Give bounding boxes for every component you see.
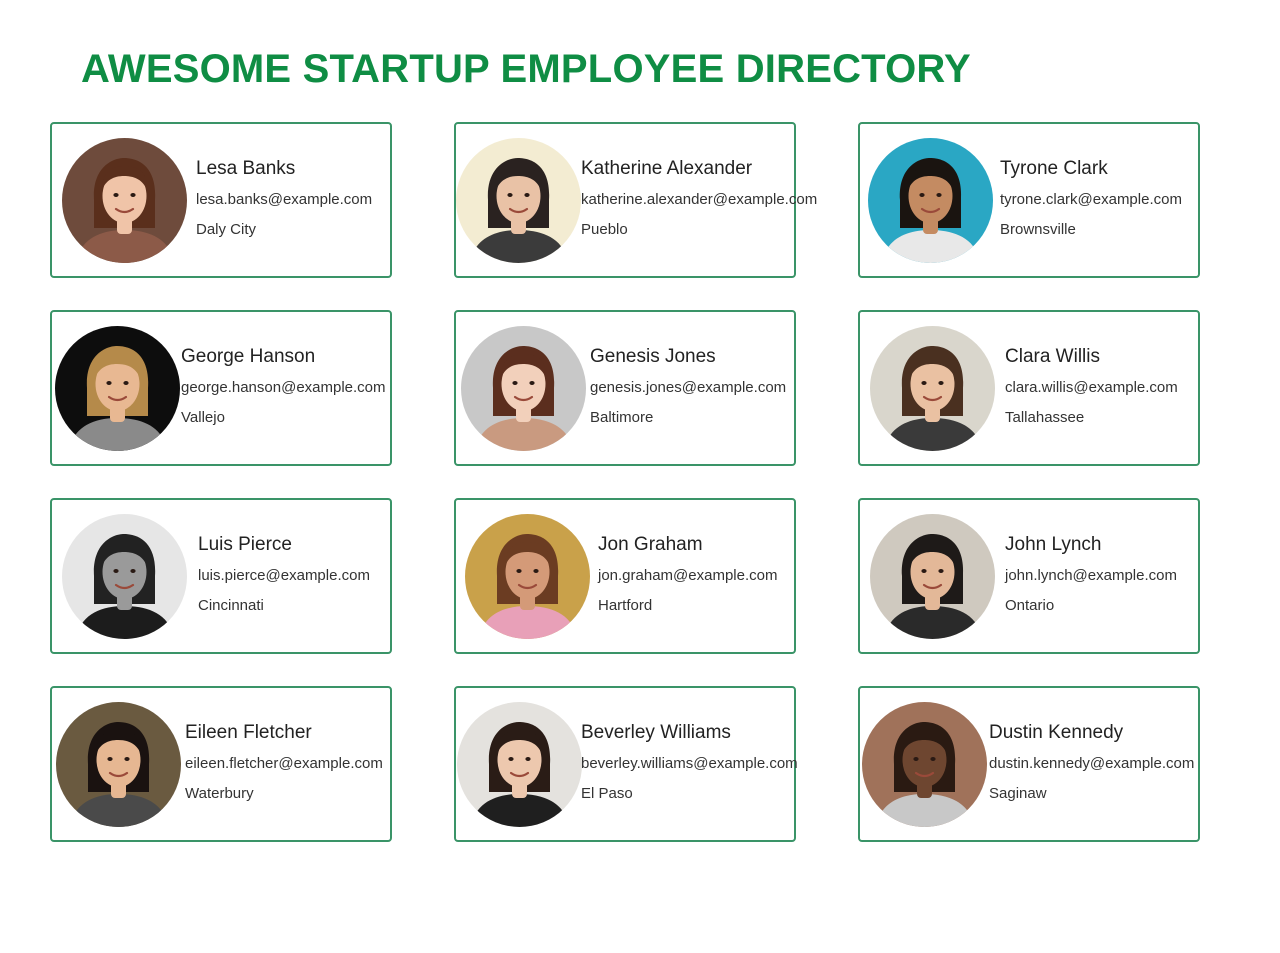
employee-email: george.hanson@example.com: [181, 379, 386, 396]
employee-avatar: [870, 514, 995, 639]
employee-card-9[interactable]: John Lynch john.lynch@example.com Ontari…: [858, 498, 1200, 654]
employee-card-8[interactable]: Jon Graham jon.graham@example.com Hartfo…: [454, 498, 796, 654]
employee-email: clara.willis@example.com: [1005, 379, 1178, 396]
employee-email: beverley.williams@example.com: [581, 755, 798, 772]
employee-avatar: [62, 138, 187, 263]
employee-card-11[interactable]: Beverley Williams beverley.williams@exam…: [454, 686, 798, 842]
employee-card-12[interactable]: Dustin Kennedy dustin.kennedy@example.co…: [858, 686, 1200, 842]
employee-name: Beverley Williams: [581, 722, 731, 743]
employee-city: Baltimore: [590, 409, 654, 426]
employee-city: Vallejo: [181, 409, 225, 426]
employee-email: tyrone.clark@example.com: [1000, 191, 1182, 208]
employee-name: Dustin Kennedy: [989, 722, 1124, 743]
employee-name: Clara Willis: [1005, 346, 1100, 367]
employee-card-1[interactable]: Lesa Banks lesa.banks@example.com Daly C…: [50, 122, 392, 278]
employee-info: John Lynch john.lynch@example.com Ontari…: [1005, 534, 1177, 615]
employee-city: Brownsville: [1000, 221, 1076, 238]
employee-city: Tallahassee: [1005, 409, 1085, 426]
employee-info: Clara Willis clara.willis@example.com Ta…: [1005, 346, 1178, 427]
employee-email: luis.pierce@example.com: [198, 567, 370, 584]
employee-city: Daly City: [196, 221, 257, 238]
employee-name: John Lynch: [1005, 534, 1102, 555]
employee-email: eileen.fletcher@example.com: [185, 755, 383, 772]
employee-name: Genesis Jones: [590, 346, 716, 367]
employee-name: Tyrone Clark: [1000, 158, 1108, 179]
employee-avatar: [465, 514, 590, 639]
employee-city: Ontario: [1005, 597, 1055, 614]
employee-info: Luis Pierce luis.pierce@example.com Cinc…: [198, 534, 370, 615]
employee-info: Eileen Fletcher eileen.fletcher@example.…: [185, 722, 383, 803]
employee-info: Tyrone Clark tyrone.clark@example.com Br…: [1000, 158, 1182, 239]
employee-info: Jon Graham jon.graham@example.com Hartfo…: [598, 534, 777, 615]
employee-name: Luis Pierce: [198, 534, 292, 555]
employee-avatar: [870, 326, 995, 451]
employee-card-3[interactable]: Tyrone Clark tyrone.clark@example.com Br…: [858, 122, 1200, 278]
employee-name: Eileen Fletcher: [185, 722, 312, 743]
employee-card-4[interactable]: George Hanson george.hanson@example.com …: [50, 310, 392, 466]
page: AWESOME STARTUP EMPLOYEE DIRECTORY Lesa …: [0, 0, 1280, 953]
employee-email: dustin.kennedy@example.com: [989, 755, 1195, 772]
employee-email: john.lynch@example.com: [1005, 567, 1177, 584]
employee-avatar: [55, 326, 180, 451]
employee-city: El Paso: [581, 785, 633, 802]
employee-info: Genesis Jones genesis.jones@example.com …: [590, 346, 786, 427]
employee-email: genesis.jones@example.com: [590, 379, 787, 396]
employee-card-6[interactable]: Clara Willis clara.willis@example.com Ta…: [858, 310, 1200, 466]
employee-card-7[interactable]: Luis Pierce luis.pierce@example.com Cinc…: [50, 498, 392, 654]
employee-city: Hartford: [598, 597, 653, 614]
employee-city: Waterbury: [185, 785, 254, 802]
employee-info: George Hanson george.hanson@example.com …: [181, 346, 386, 427]
employee-name: Katherine Alexander: [581, 158, 753, 179]
employee-avatar: [862, 702, 987, 827]
employee-card-10[interactable]: Eileen Fletcher eileen.fletcher@example.…: [50, 686, 392, 842]
employee-directory-grid: Lesa Banks lesa.banks@example.com Daly C…: [50, 122, 1200, 842]
employee-email: lesa.banks@example.com: [196, 191, 373, 208]
employee-name: George Hanson: [181, 346, 316, 367]
employee-avatar: [457, 702, 582, 827]
employee-avatar: [868, 138, 993, 263]
employee-info: Katherine Alexander katherine.alexander@…: [581, 158, 817, 239]
employee-info: Lesa Banks lesa.banks@example.com Daly C…: [196, 158, 372, 239]
page-title: AWESOME STARTUP EMPLOYEE DIRECTORY: [81, 47, 971, 91]
employee-name: Lesa Banks: [196, 158, 296, 179]
employee-city: Pueblo: [581, 221, 628, 238]
employee-card-5[interactable]: Genesis Jones genesis.jones@example.com …: [454, 310, 796, 466]
employee-name: Jon Graham: [598, 534, 703, 555]
employee-email: jon.graham@example.com: [598, 567, 778, 584]
employee-city: Cincinnati: [198, 597, 264, 614]
employee-info: Dustin Kennedy dustin.kennedy@example.co…: [989, 722, 1194, 803]
employee-avatar: [56, 702, 181, 827]
employee-email: katherine.alexander@example.com: [581, 191, 818, 208]
employee-avatar: [461, 326, 586, 451]
employee-info: Beverley Williams beverley.williams@exam…: [581, 722, 798, 803]
employee-card-2[interactable]: Katherine Alexander katherine.alexander@…: [454, 122, 817, 278]
employee-avatar: [456, 138, 581, 263]
employee-avatar: [62, 514, 187, 639]
employee-city: Saginaw: [989, 785, 1047, 802]
